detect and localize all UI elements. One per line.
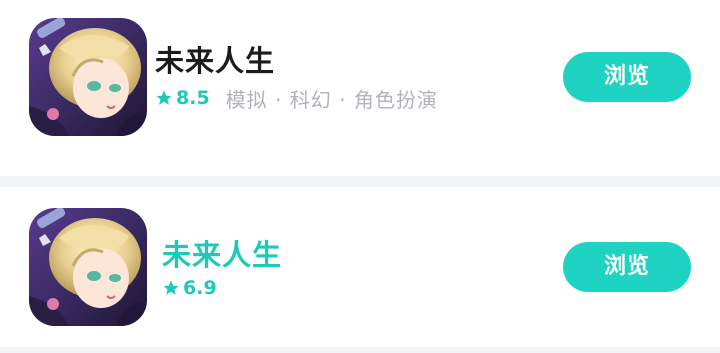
genre-tags: 模拟 · 科幻 · 角色扮演 xyxy=(225,87,438,112)
anime-character-app-icon xyxy=(29,18,147,136)
rating-value: 8.5 xyxy=(176,87,210,109)
app-list-item[interactable]: 未来人生 8.5 模拟 · 科幻 · 角色扮演 浏览 xyxy=(0,0,720,176)
browse-button[interactable]: 浏览 xyxy=(563,52,691,102)
star-icon xyxy=(156,90,172,105)
app-title[interactable]: 未来人生 xyxy=(155,38,275,80)
app-list-item[interactable]: 未来人生 6.9 浏览 xyxy=(0,187,720,347)
app-icon[interactable] xyxy=(29,18,147,136)
anime-character-app-icon xyxy=(29,208,147,326)
browse-button[interactable]: 浏览 xyxy=(563,242,691,292)
rating-row: 6.9 xyxy=(162,274,217,302)
star-icon xyxy=(163,280,179,295)
app-title[interactable]: 未来人生 xyxy=(162,232,282,274)
app-icon[interactable] xyxy=(29,208,147,326)
rating-row: 8.5 模拟 · 科幻 · 角色扮演 xyxy=(155,84,438,112)
rating-value: 6.9 xyxy=(183,277,217,299)
